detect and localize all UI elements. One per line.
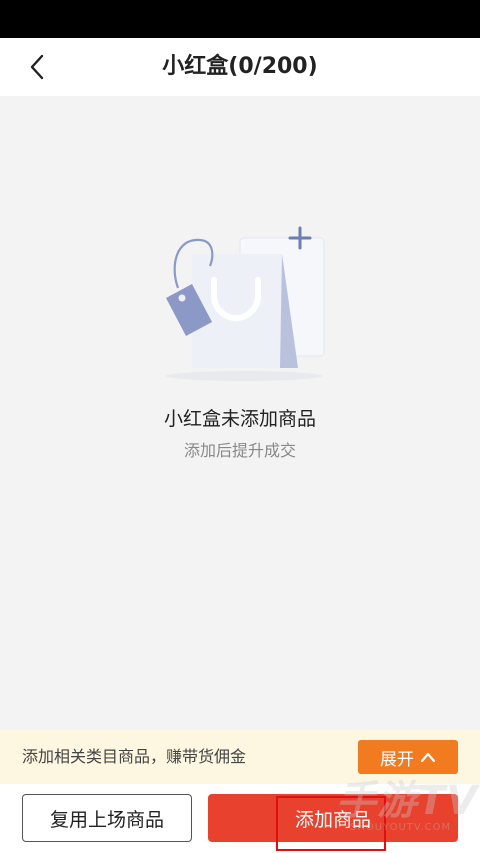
watermark-sub-text: SHOUYOUTV.COM — [350, 822, 452, 833]
shopping-bag-tag-plus-icon — [166, 226, 325, 381]
promo-text: 添加相关类目商品，赚带货佣金 — [22, 747, 247, 766]
empty-state-title: 小红盒未添加商品 — [163, 408, 316, 430]
back-button[interactable] — [18, 48, 58, 86]
empty-state-area: 小红盒未添加商品 添加后提升成交 — [0, 96, 480, 730]
nav-bar: 小红盒(0/200) — [0, 38, 480, 96]
page-title: 小红盒(0/200) — [162, 54, 318, 79]
status-bar — [0, 0, 480, 38]
watermark-logo: 手游TV SHOUYOUTV.COM — [330, 764, 480, 853]
reuse-last-products-button[interactable]: 复用上场商品 — [22, 794, 192, 842]
empty-state-subtitle: 添加后提升成交 — [183, 441, 296, 460]
chevron-left-icon — [30, 54, 44, 80]
watermark-main-text: 手游TV — [336, 778, 479, 824]
chevron-up-icon — [420, 752, 436, 763]
